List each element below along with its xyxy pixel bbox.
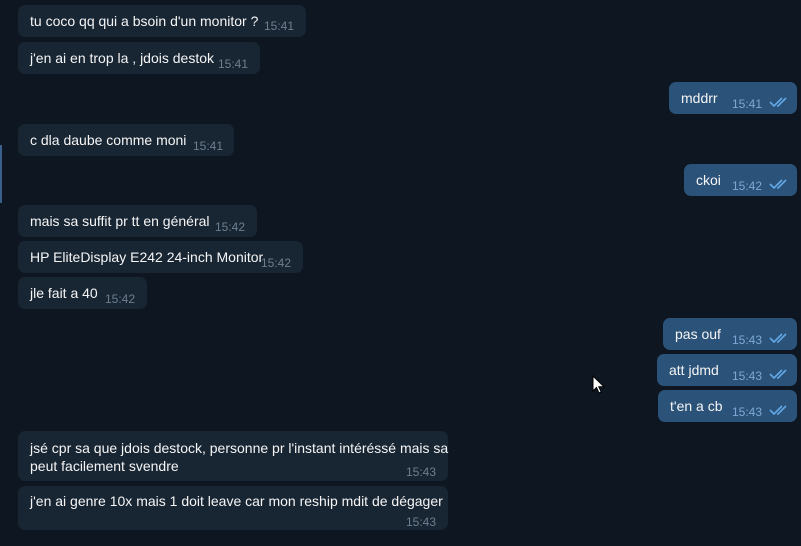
message-incoming[interactable]: jsé cpr sa que jdois destock, personne p… (18, 431, 448, 481)
message-time: 15:43 (732, 405, 763, 419)
message-text: att jdmd (669, 362, 719, 378)
double-check-icon (769, 178, 791, 190)
message-time: 15:43 (732, 369, 763, 383)
message-time: 15:43 (732, 333, 763, 347)
message-incoming[interactable]: j'en ai en trop la , jdois destok 15:41 (18, 42, 260, 74)
chat-history[interactable]: tu coco qq qui a bsoin d'un monitor ? 15… (0, 0, 801, 546)
message-time: 15:42 (261, 256, 292, 270)
message-text: mddrr (681, 90, 718, 106)
message-incoming[interactable]: jle fait a 40 15:42 (18, 277, 147, 309)
message-time: 15:41 (193, 139, 224, 153)
message-incoming[interactable]: HP EliteDisplay E242 24-inch Monitor 15:… (18, 241, 303, 273)
double-check-icon (769, 96, 791, 108)
message-time: 15:41 (732, 97, 763, 111)
message-text: mais sa suffit pr tt en général (30, 213, 210, 229)
message-incoming[interactable]: c dla daube comme moni 15:41 (18, 124, 234, 156)
message-text-line1: jsé cpr sa que jdois destock, personne p… (30, 440, 449, 456)
message-outgoing[interactable]: pas ouf 15:43 (663, 318, 797, 350)
message-time: 15:41 (218, 57, 249, 71)
message-text: j'en ai en trop la , jdois destok (30, 50, 215, 66)
message-text: ckoi (696, 172, 721, 188)
message-text: t'en a cb (670, 398, 723, 414)
message-time: 15:42 (732, 179, 763, 193)
message-text: j'en ai genre 10x mais 1 doit leave car … (30, 493, 443, 509)
message-time: 15:43 (406, 465, 437, 479)
message-time: 15:42 (215, 220, 246, 234)
message-text: jle fait a 40 (30, 285, 98, 301)
message-text: tu coco qq qui a bsoin d'un monitor ? (30, 13, 259, 29)
message-outgoing[interactable]: att jdmd 15:43 (657, 354, 797, 386)
message-text: pas ouf (675, 326, 721, 342)
double-check-icon (769, 332, 791, 344)
message-outgoing[interactable]: ckoi 15:42 (684, 164, 797, 196)
message-outgoing[interactable]: mddrr 15:41 (669, 82, 797, 114)
message-time: 15:42 (105, 292, 136, 306)
message-text: c dla daube comme moni (30, 132, 187, 148)
scroll-indicator (0, 145, 2, 203)
message-outgoing[interactable]: t'en a cb 15:43 (658, 390, 797, 422)
message-time: 15:41 (264, 19, 295, 33)
message-incoming[interactable]: mais sa suffit pr tt en général 15:42 (18, 205, 257, 237)
message-time: 15:43 (406, 515, 437, 529)
message-incoming[interactable]: tu coco qq qui a bsoin d'un monitor ? 15… (18, 5, 306, 37)
message-incoming[interactable]: j'en ai genre 10x mais 1 doit leave car … (18, 486, 448, 530)
message-text-line2: peut facilement svendre (30, 458, 179, 474)
double-check-icon (769, 368, 791, 380)
mouse-pointer-icon (592, 374, 606, 395)
double-check-icon (769, 404, 791, 416)
message-text: HP EliteDisplay E242 24-inch Monitor (30, 249, 264, 265)
